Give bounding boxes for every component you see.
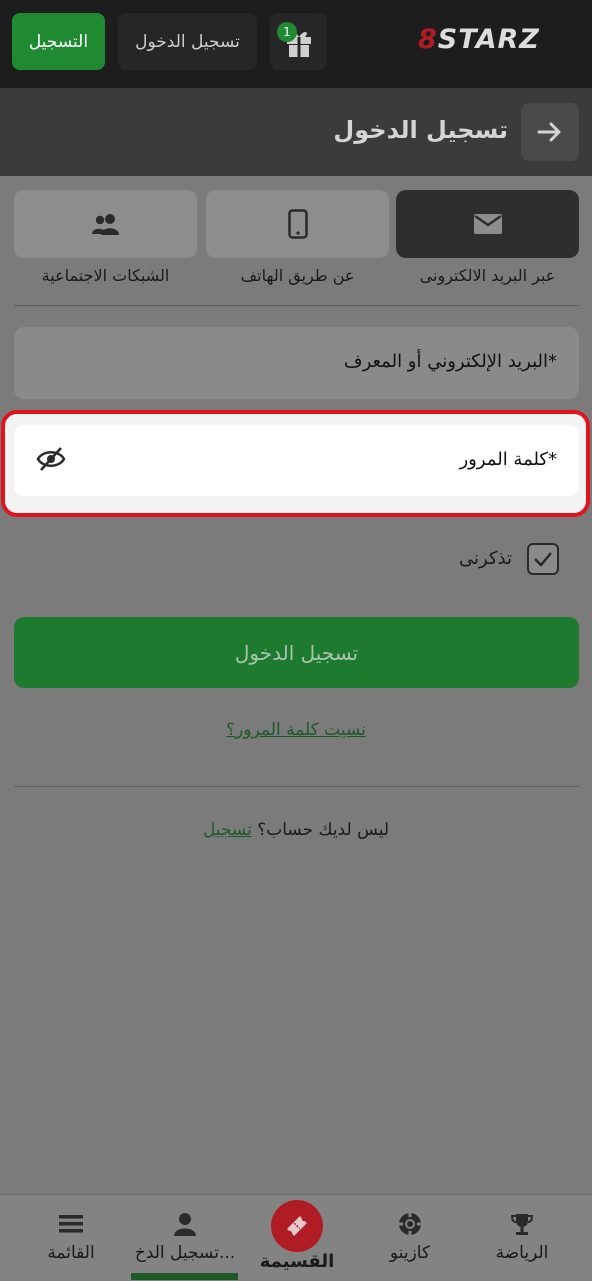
nav-item-label: كازينو — [389, 1243, 431, 1263]
ticket-icon — [287, 1216, 307, 1236]
phone-icon — [287, 209, 308, 239]
nav-item-casino[interactable]: كازينو — [372, 1195, 448, 1281]
tab-phone[interactable] — [206, 190, 389, 258]
logo[interactable]: 8STARZ — [418, 24, 540, 55]
nav-item-menu[interactable]: القائمة — [36, 1195, 106, 1281]
gift-count-badge: 1 — [277, 22, 297, 42]
users-icon — [91, 214, 119, 235]
submit-login-button[interactable]: تسجيل الدخول — [14, 617, 579, 688]
nav-item-label: القائمة — [47, 1243, 95, 1263]
remember-me-label: تذكرنى — [459, 548, 512, 569]
gift-button[interactable]: 1 — [270, 13, 327, 70]
tab-social[interactable] — [14, 190, 197, 258]
nav-item-betslip-label: القسيمة — [259, 1251, 335, 1272]
gift-icon — [287, 32, 311, 57]
register-button[interactable]: التسجيل — [12, 13, 105, 70]
remember-me-checkbox[interactable] — [527, 543, 559, 575]
nav-item-sports[interactable]: الرياضة — [478, 1195, 566, 1281]
trophy-icon — [510, 1214, 534, 1235]
page-title: تسجيل الدخول — [333, 116, 508, 144]
tab-social-label: الشبكات الاجتماعية — [41, 266, 170, 285]
nav-item-label: تسجيل الدخ... — [134, 1243, 236, 1263]
eye-slash-icon[interactable] — [36, 446, 66, 472]
email-field[interactable]: البريد الإلكتروني أو المعرف* — [14, 327, 579, 399]
tab-phone-label: عن طريق الهاتف — [240, 266, 355, 285]
forgot-password-link[interactable]: نسيت كلمة المرور؟ — [0, 720, 592, 740]
login-button[interactable]: تسجيل الدخول — [118, 13, 257, 70]
no-account-text: ليس لديك حساب؟ تسجيل — [202, 820, 390, 840]
divider — [14, 305, 579, 306]
nav-item-label: الرياضة — [495, 1243, 549, 1263]
password-field[interactable]: كلمة المرور* — [14, 425, 579, 496]
divider — [14, 786, 579, 787]
tab-email[interactable] — [396, 190, 579, 258]
checkmark-icon — [534, 552, 552, 567]
page-header: تسجيل الدخول — [0, 88, 592, 176]
active-nav-indicator — [131, 1273, 238, 1280]
tab-email-label: عبر البريد الالكترونى — [419, 266, 556, 285]
email-field-label: البريد الإلكتروني أو المعرف* — [343, 351, 557, 372]
user-icon — [174, 1213, 196, 1236]
nav-item-login[interactable]: تسجيل الدخ... — [125, 1195, 245, 1281]
back-button[interactable] — [521, 103, 579, 161]
register-link[interactable]: تسجيل — [203, 820, 252, 840]
nav-item-betslip[interactable] — [271, 1200, 323, 1252]
menu-icon — [59, 1215, 83, 1233]
envelope-icon — [473, 214, 502, 234]
arrow-right-icon — [537, 122, 561, 142]
password-field-label: كلمة المرور* — [459, 449, 557, 470]
casino-chip-icon — [399, 1213, 421, 1235]
